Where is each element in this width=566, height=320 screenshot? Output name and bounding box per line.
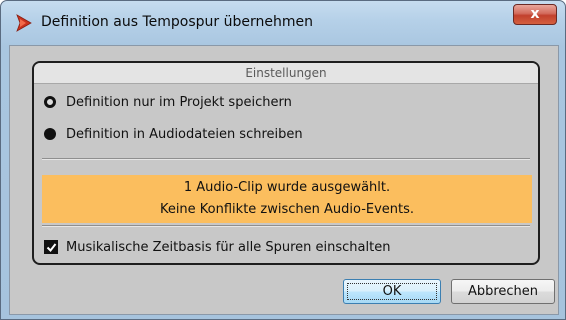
status-message-box: 1 Audio-Clip wurde ausgewählt. Keine Kon… [42,175,532,223]
panel-heading: Einstellungen [34,63,538,84]
radio-selected-icon [44,128,56,140]
status-line-selection: 1 Audio-Clip wurde ausgewählt. [183,180,391,195]
cancel-button[interactable]: Abbrechen [451,279,555,304]
close-icon: x [530,6,540,22]
window-title: Definition aus Tempospur übernehmen [41,14,313,30]
radio-label: Definition nur im Projekt speichern [66,95,292,110]
settings-panel: Einstellungen Definition nur im Projekt … [32,61,540,265]
radio-write-audiofiles[interactable]: Definition in Audiodateien schreiben [44,126,344,144]
title-bar[interactable]: Definition aus Tempospur übernehmen x [1,1,565,43]
dialog-body: Einstellungen Definition nur im Projekt … [9,45,559,315]
status-line-conflicts: Keine Konflikte zwischen Audio-Events. [159,202,415,217]
cancel-button-label: Abbrechen [467,284,539,299]
divider [42,225,530,227]
cubase-arrow-icon [15,14,33,32]
divider [42,158,530,160]
ok-button[interactable]: OK [343,279,441,304]
radio-label: Definition in Audiodateien schreiben [66,127,303,142]
checkbox-checked-icon [44,240,58,254]
focus-ring [347,283,437,300]
dialog-window: Definition aus Tempospur übernehmen x Ei… [0,0,566,320]
checkbox-label: Musikalische Zeitbasis für alle Spuren e… [66,240,391,255]
close-button[interactable]: x [513,4,557,25]
radio-project-only[interactable]: Definition nur im Projekt speichern [44,94,344,112]
checkbox-musical-timebase[interactable]: Musikalische Zeitbasis für alle Spuren e… [44,239,444,257]
radio-unselected-icon [44,96,56,108]
